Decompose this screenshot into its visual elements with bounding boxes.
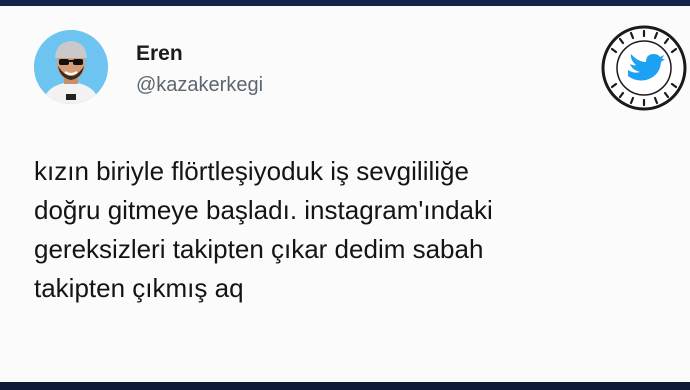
bird-icon (601, 25, 687, 111)
watermark-badge (600, 24, 688, 112)
tweet-text: kızın biriyle flörtleşiyoduk iş sevgilil… (34, 152, 674, 308)
tweet-line: gereksizleri takipten çıkar dedim sabah (34, 234, 484, 264)
tweet-line: kızın biriyle flörtleşiyoduk iş sevgilil… (34, 156, 469, 186)
avatar-image (34, 30, 108, 104)
tweet-line: doğru gitmeye başladı. instagram'ındaki (34, 195, 493, 225)
tweet-card: Eren @kazakerkegi kızın biriyle flörtleş… (0, 6, 690, 382)
screen-frame: Eren @kazakerkegi kızın biriyle flörtleş… (0, 0, 690, 390)
user-handle[interactable]: @kazakerkegi (136, 74, 263, 97)
display-name[interactable]: Eren (136, 42, 183, 66)
avatar[interactable] (34, 30, 108, 104)
tweet-line: takipten çıkmış aq (34, 273, 244, 303)
